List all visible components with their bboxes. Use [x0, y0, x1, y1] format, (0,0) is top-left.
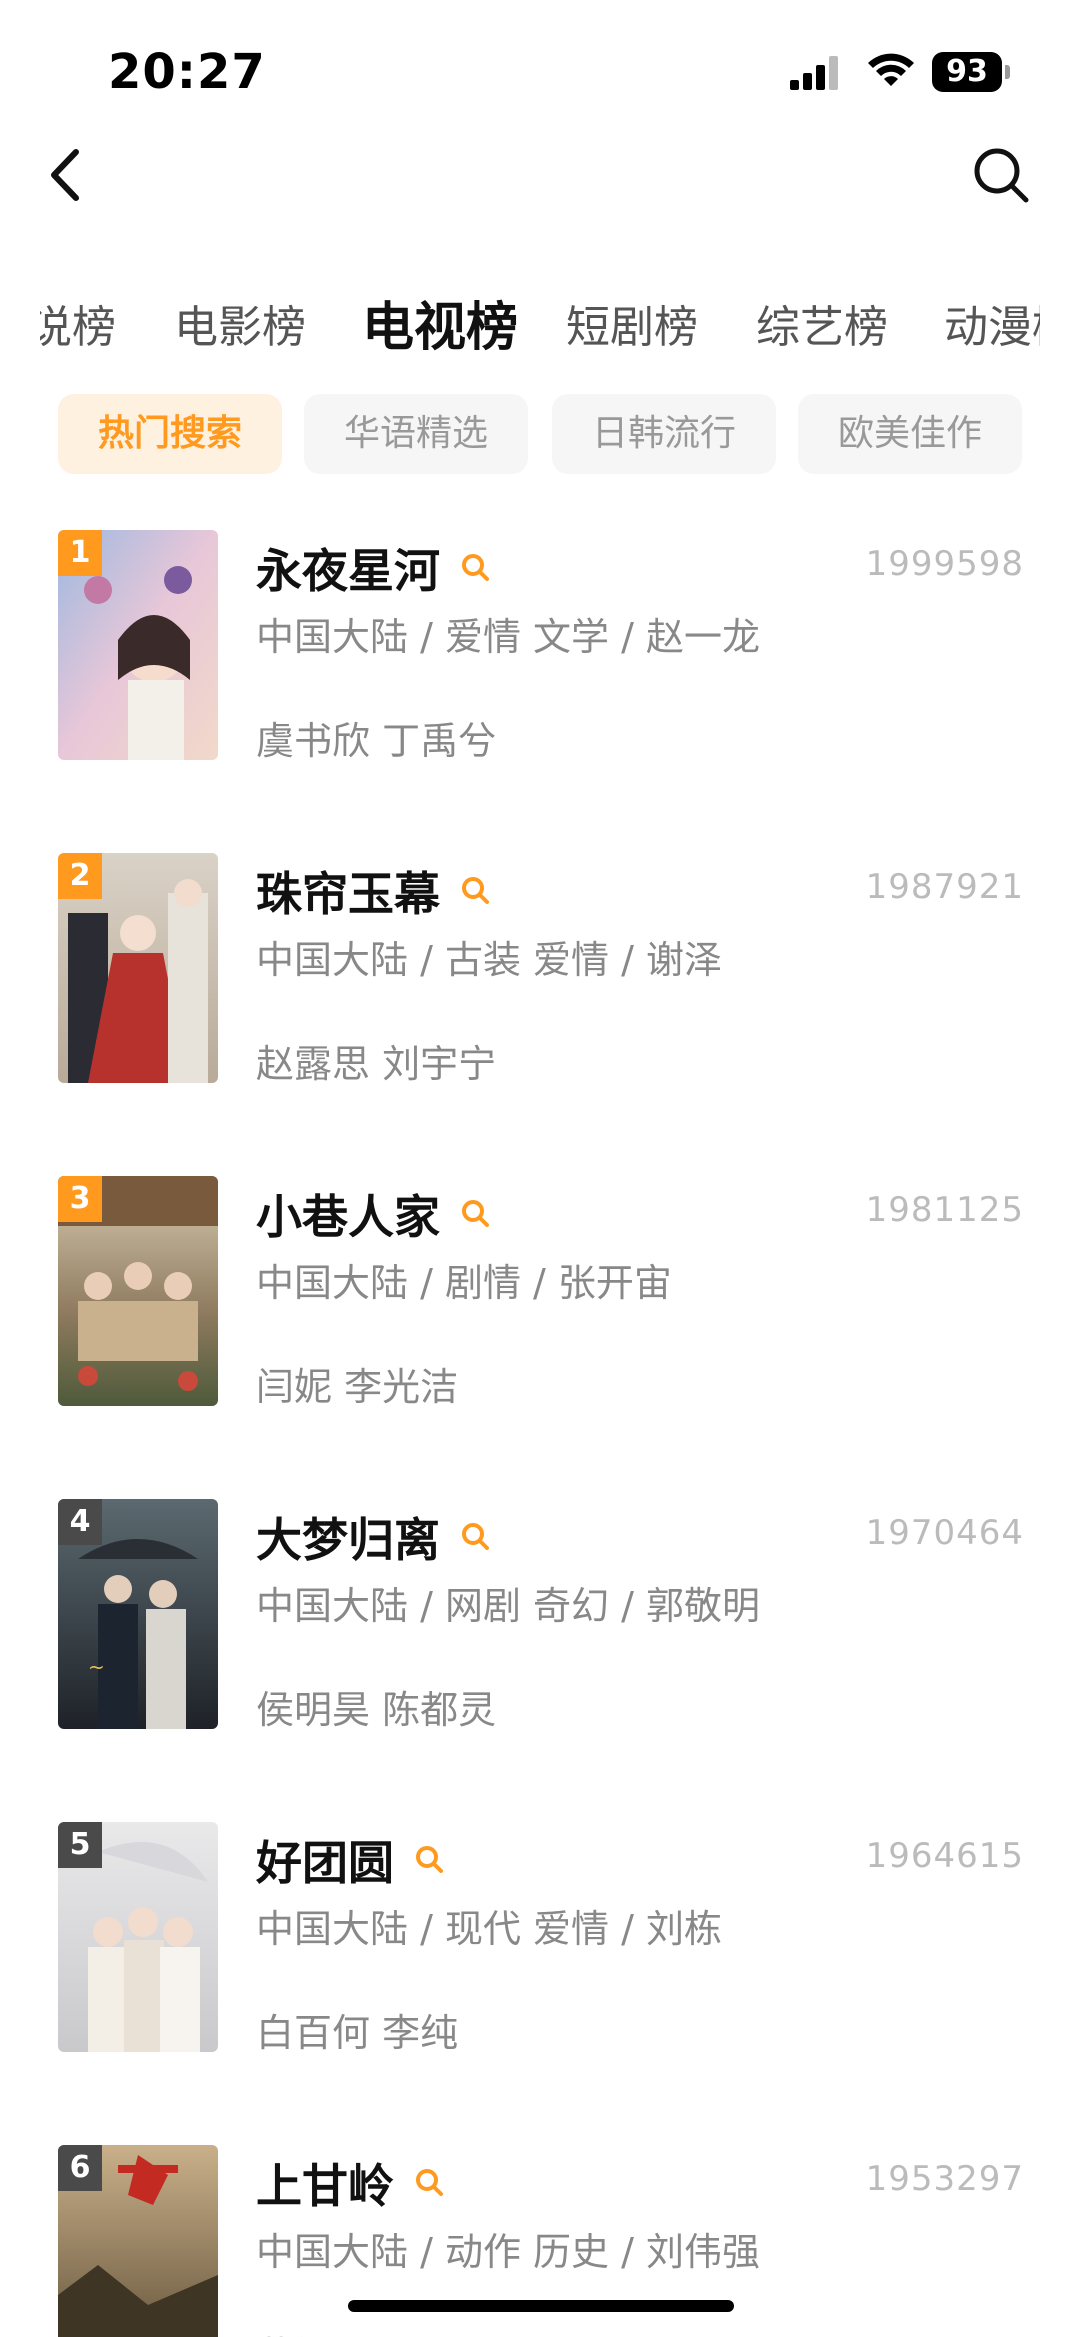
- item-cast: 黄轩 王雷: [256, 2325, 420, 2337]
- status-bar: 20:27 93: [0, 0, 1080, 130]
- poster-image[interactable]: 3: [58, 1176, 218, 1406]
- rank-badge: 6: [58, 2145, 102, 2191]
- search-icon: [974, 148, 1029, 203]
- screen: 20:27 93 说榜 电影榜 电视榜 短剧榜 综艺榜 动漫 热门搜索 华语精选…: [0, 0, 1080, 2337]
- heat-score: 1987921: [865, 867, 1024, 907]
- list-item[interactable]: 3 小巷人家 1981125 中国大陆 / 剧情 / 张开宙 闫妮 李光洁: [0, 1176, 1080, 1476]
- poster-image[interactable]: ~ 4: [58, 1499, 218, 1729]
- rank-badge: 1: [58, 530, 102, 576]
- poster-image[interactable]: 1: [58, 530, 218, 760]
- back-button[interactable]: [34, 140, 98, 210]
- list-item[interactable]: 1 永夜星河 1999598 中国大陆 / 爱情 文学 / 赵一龙 虞书欣 丁禹…: [0, 530, 1080, 830]
- item-cast: 赵露思 刘宇宁: [256, 1042, 497, 1086]
- home-indicator[interactable]: [348, 2300, 734, 2312]
- title-line: 珠帘玉幕: [256, 861, 494, 921]
- search-icon[interactable]: [458, 873, 494, 909]
- item-meta: 中国大陆 / 现代 爱情 / 刘栋: [256, 1907, 723, 1951]
- tab-anime[interactable]: 动漫榜: [944, 288, 1040, 368]
- heat-score: 1953297: [865, 2159, 1024, 2199]
- search-icon[interactable]: [412, 1842, 448, 1878]
- heat-score: 1981125: [865, 1190, 1024, 1230]
- title-line: 永夜星河: [256, 538, 494, 598]
- poster-image[interactable]: 6: [58, 2145, 218, 2337]
- tab-novel[interactable]: 说榜: [40, 288, 116, 368]
- battery-indicator: 93: [932, 52, 1010, 92]
- tab-tv[interactable]: 电视榜: [362, 288, 518, 368]
- rank-badge: 2: [58, 853, 102, 899]
- item-cast: 虞书欣 丁禹兮: [256, 719, 497, 763]
- item-meta: 中国大陆 / 剧情 / 张开宙: [256, 1261, 672, 1305]
- chevron-left-icon: [51, 149, 79, 201]
- tab-variety[interactable]: 综艺榜: [756, 288, 888, 368]
- rank-badge: 4: [58, 1499, 102, 1545]
- item-meta: 中国大陆 / 古装 爱情 / 谢泽: [256, 938, 723, 982]
- list-item[interactable]: ~ 4 大梦归离 1970464 中国大陆 / 网剧 奇幻 / 郭敬明 侯明昊 …: [0, 1499, 1080, 1799]
- item-title[interactable]: 大梦归离: [256, 1504, 440, 1570]
- item-cast: 侯明昊 陈都灵: [256, 1688, 497, 1732]
- search-icon[interactable]: [458, 550, 494, 586]
- item-cast: 闫妮 李光洁: [256, 1365, 459, 1409]
- chip-chinese-picks[interactable]: 华语精选: [304, 394, 528, 474]
- poster-image[interactable]: 5: [58, 1822, 218, 2052]
- heat-score: 1999598: [865, 544, 1024, 584]
- title-line: 小巷人家: [256, 1184, 494, 1244]
- tab-short-drama[interactable]: 短剧榜: [566, 288, 698, 368]
- status-time: 20:27: [108, 44, 266, 100]
- title-line: 上甘岭: [256, 2153, 448, 2213]
- svg-text:~: ~: [88, 1655, 105, 1679]
- search-icon[interactable]: [412, 2165, 448, 2201]
- title-line: 好团圆: [256, 1830, 448, 1890]
- search-icon[interactable]: [458, 1196, 494, 1232]
- rank-badge: 5: [58, 1822, 102, 1868]
- wifi-icon: [868, 53, 914, 86]
- title-line: 大梦归离: [256, 1507, 494, 1567]
- search-icon[interactable]: [458, 1519, 494, 1555]
- battery-level: 93: [946, 54, 988, 89]
- item-title[interactable]: 珠帘玉幕: [256, 858, 440, 924]
- tab-movie[interactable]: 电影榜: [174, 288, 306, 368]
- item-meta: 中国大陆 / 动作 历史 / 刘伟强: [256, 2230, 761, 2274]
- chip-hot-search[interactable]: 热门搜索: [58, 394, 282, 474]
- heat-score: 1970464: [865, 1513, 1024, 1553]
- ranking-tabs: 说榜 电影榜 电视榜 短剧榜 综艺榜 动漫榜: [40, 288, 1040, 368]
- chip-western[interactable]: 欧美佳作: [798, 394, 1022, 474]
- item-meta: 中国大陆 / 爱情 文学 / 赵一龙: [256, 615, 761, 659]
- search-button[interactable]: [966, 140, 1036, 210]
- chip-japan-korea[interactable]: 日韩流行: [552, 394, 776, 474]
- item-cast: 白百何 李纯: [256, 2011, 459, 2055]
- battery-tip: [1005, 65, 1010, 79]
- item-title[interactable]: 好团圆: [256, 1827, 394, 1893]
- rank-badge: 3: [58, 1176, 102, 1222]
- poster-image[interactable]: 2: [58, 853, 218, 1083]
- list-item[interactable]: 2 珠帘玉幕 1987921 中国大陆 / 古装 爱情 / 谢泽 赵露思 刘宇宁: [0, 853, 1080, 1153]
- cellular-signal-icon: [790, 56, 838, 90]
- list-item[interactable]: 5 好团圆 1964615 中国大陆 / 现代 爱情 / 刘栋 白百何 李纯: [0, 1822, 1080, 2122]
- item-meta: 中国大陆 / 网剧 奇幻 / 郭敬明: [256, 1584, 761, 1628]
- heat-score: 1964615: [865, 1836, 1024, 1876]
- item-title[interactable]: 上甘岭: [256, 2150, 394, 2216]
- item-title[interactable]: 永夜星河: [256, 535, 440, 601]
- item-title[interactable]: 小巷人家: [256, 1181, 440, 1247]
